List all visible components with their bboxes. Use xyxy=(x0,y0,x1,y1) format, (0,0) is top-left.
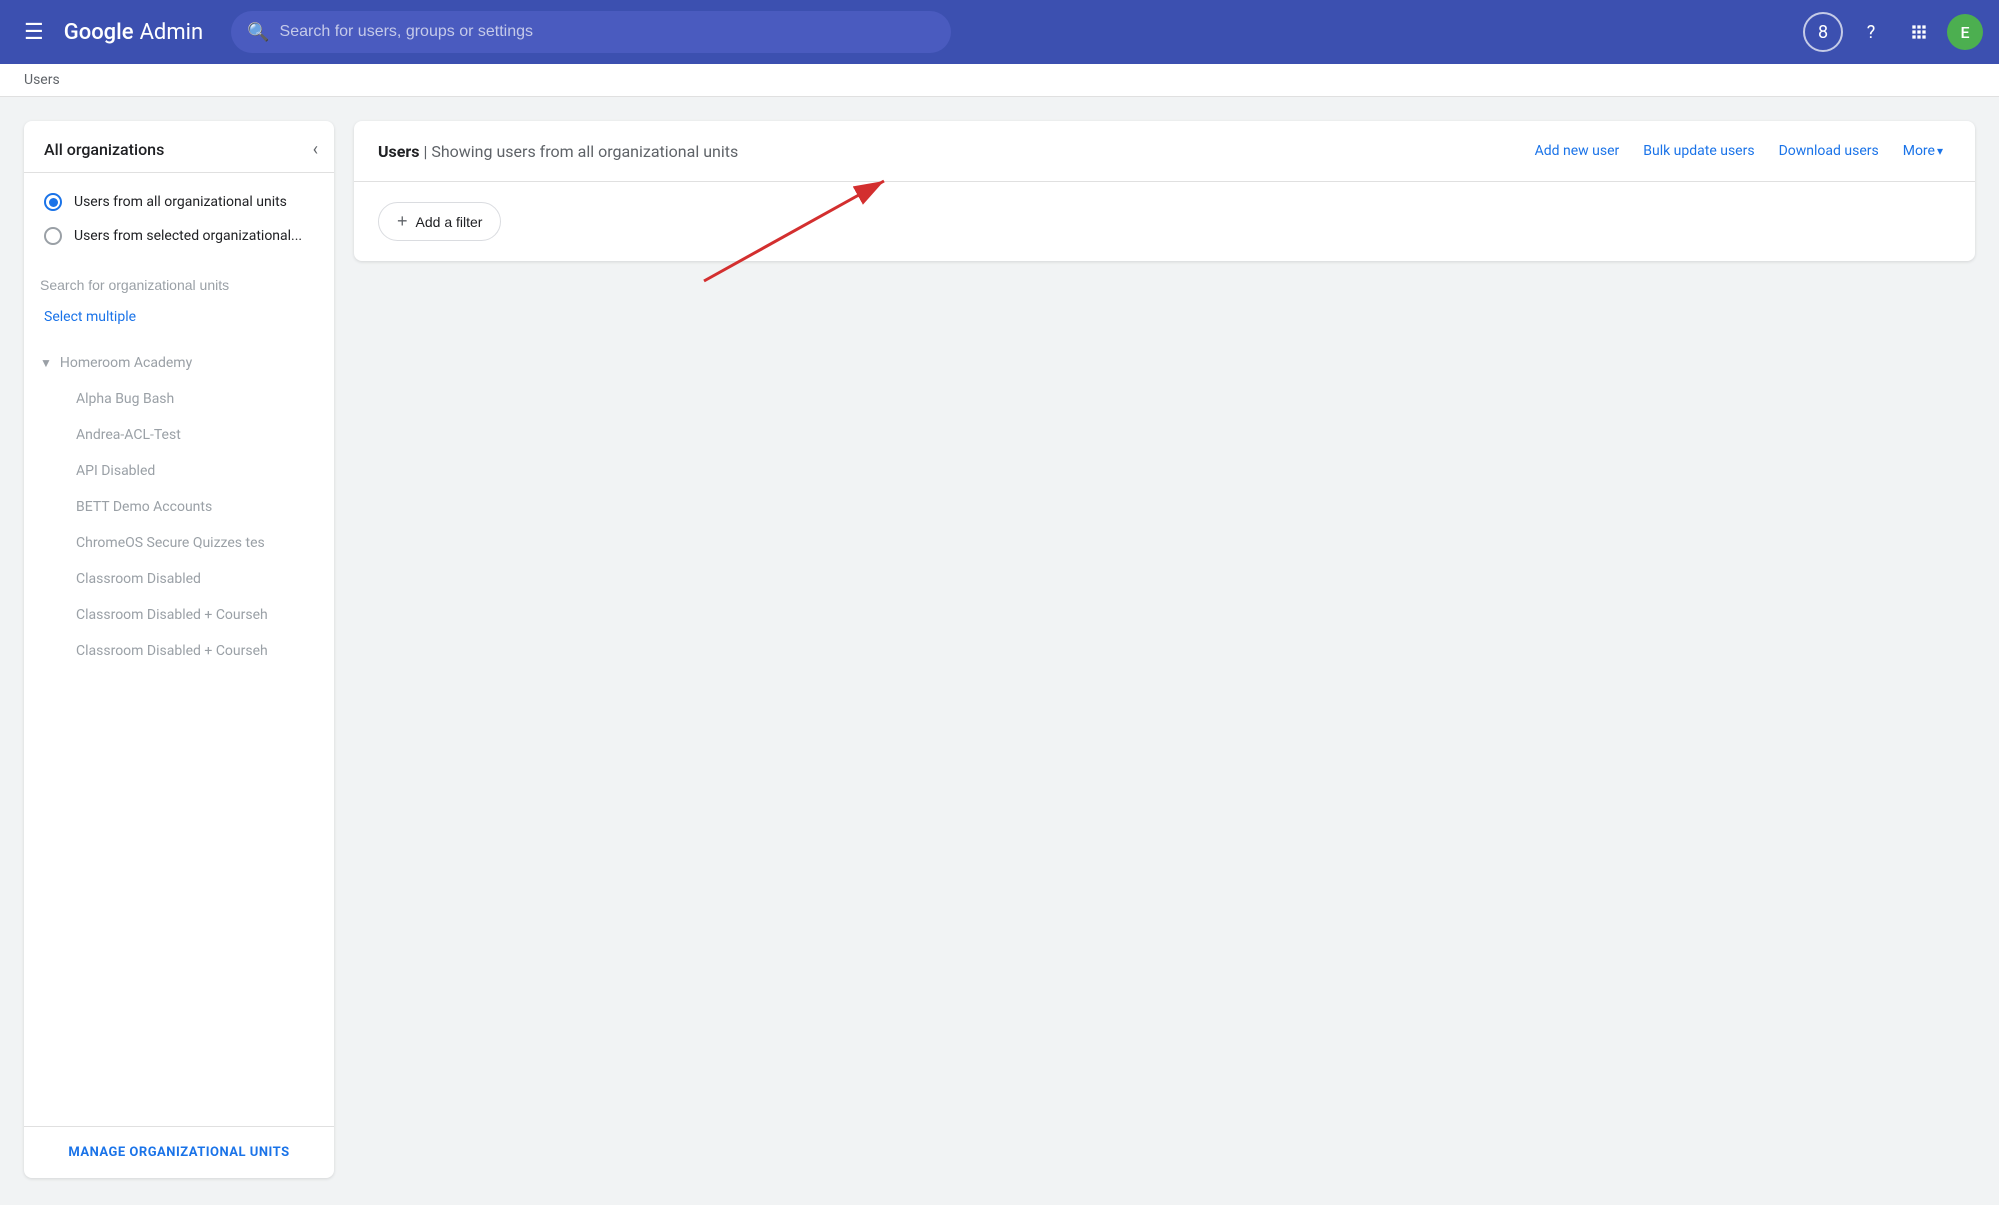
apps-icon-button[interactable] xyxy=(1899,12,1939,52)
org-search-input[interactable] xyxy=(40,273,318,297)
list-item[interactable]: Classroom Disabled xyxy=(24,561,334,597)
org-parent-label: Homeroom Academy xyxy=(60,355,192,371)
plus-icon: + xyxy=(397,211,408,232)
radio-all-org-units[interactable]: Users from all organizational units xyxy=(40,185,318,219)
topnav-right-actions: 8 ? E xyxy=(1803,12,1983,52)
breadcrumb: Users xyxy=(0,64,1999,97)
right-panel-users: Users | Showing users from all organizat… xyxy=(354,121,1975,261)
help-icon: ? xyxy=(1867,22,1876,43)
support-badge[interactable]: 8 xyxy=(1803,12,1843,52)
top-navigation: ☰ Google Admin 🔍 8 ? E xyxy=(0,0,1999,64)
google-admin-logo[interactable]: Google Admin xyxy=(64,20,203,45)
manage-org-units-button[interactable]: MANAGE ORGANIZATIONAL UNITS xyxy=(24,1126,334,1178)
support-number: 8 xyxy=(1818,22,1828,43)
right-panel-body: + Add a filter xyxy=(354,182,1975,261)
list-item[interactable]: Andrea-ACL-Test xyxy=(24,417,334,453)
users-label: Users xyxy=(378,142,419,161)
list-item[interactable]: API Disabled xyxy=(24,453,334,489)
google-wordmark: Google xyxy=(64,20,134,45)
search-icon: 🔍 xyxy=(247,22,269,43)
title-subtitle: Showing users from all organizational un… xyxy=(431,142,738,161)
users-panel-title: Users | Showing users from all organizat… xyxy=(378,142,738,161)
search-input[interactable] xyxy=(280,23,936,41)
right-panel-wrapper: Users | Showing users from all organizat… xyxy=(354,121,1975,1178)
breadcrumb-users[interactable]: Users xyxy=(24,72,60,88)
main-layout: All organizations ‹ Users from all organ… xyxy=(0,97,1999,1202)
help-icon-button[interactable]: ? xyxy=(1851,12,1891,52)
apps-grid-icon xyxy=(1909,22,1929,42)
add-new-user-link[interactable]: Add new user xyxy=(1527,137,1628,165)
add-filter-label: Add a filter xyxy=(416,214,483,230)
add-filter-button[interactable]: + Add a filter xyxy=(378,202,501,241)
collapse-panel-button[interactable]: ‹ xyxy=(313,139,318,160)
download-users-link[interactable]: Download users xyxy=(1771,137,1887,165)
org-tree: ▼ Homeroom Academy Alpha Bug Bash Andrea… xyxy=(24,337,334,1126)
admin-wordmark: Admin xyxy=(140,20,204,45)
user-avatar[interactable]: E xyxy=(1947,14,1983,50)
right-panel-header: Users | Showing users from all organizat… xyxy=(354,121,1975,182)
radio-circle-all xyxy=(44,193,62,211)
list-item[interactable]: Classroom Disabled + Courseh xyxy=(24,633,334,669)
list-item[interactable]: ChromeOS Secure Quizzes tes xyxy=(24,525,334,561)
radio-label-selected: Users from selected organizational... xyxy=(74,228,302,244)
right-panel-actions: Add new user Bulk update users Download … xyxy=(1527,137,1951,165)
radio-selected-org-units[interactable]: Users from selected organizational... xyxy=(40,219,318,253)
org-tree-parent-homeroom[interactable]: ▼ Homeroom Academy xyxy=(24,345,334,381)
radio-circle-selected xyxy=(44,227,62,245)
all-organizations-title: All organizations xyxy=(44,140,164,159)
list-item[interactable]: Classroom Disabled + Courseh xyxy=(24,597,334,633)
list-item[interactable]: BETT Demo Accounts xyxy=(24,489,334,525)
select-multiple-link[interactable]: Select multiple xyxy=(24,305,334,337)
org-tree-children: Alpha Bug Bash Andrea-ACL-Test API Disab… xyxy=(24,381,334,669)
more-actions-button[interactable]: More ▾ xyxy=(1895,137,1951,165)
radio-label-all: Users from all organizational units xyxy=(74,194,287,210)
global-search-bar[interactable]: 🔍 xyxy=(231,11,951,53)
left-panel-organizations: All organizations ‹ Users from all organ… xyxy=(24,121,334,1178)
org-filter-radio-group: Users from all organizational units User… xyxy=(24,173,334,265)
left-panel-header: All organizations ‹ xyxy=(24,121,334,173)
menu-icon[interactable]: ☰ xyxy=(16,12,52,53)
list-item[interactable]: Alpha Bug Bash xyxy=(24,381,334,417)
chevron-down-icon: ▾ xyxy=(1937,144,1943,158)
chevron-down-icon: ▼ xyxy=(40,356,52,370)
bulk-update-users-link[interactable]: Bulk update users xyxy=(1635,137,1762,165)
